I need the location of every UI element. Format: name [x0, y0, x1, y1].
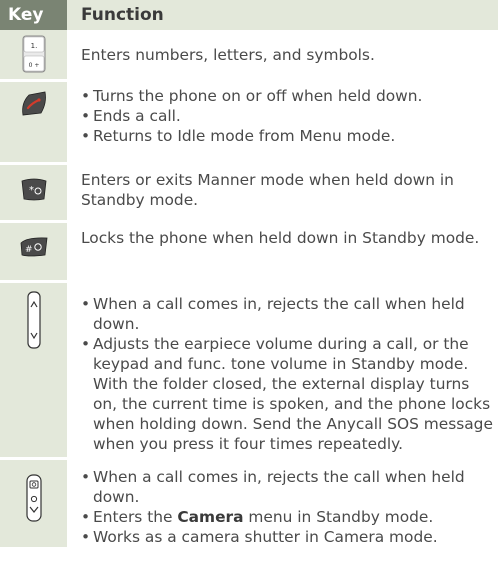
function-cell: Enters numbers, letters, and symbols. [67, 30, 498, 82]
key-cell [0, 281, 67, 460]
function-column-header: Function [67, 0, 498, 30]
camera-side-key-icon [25, 473, 42, 522]
function-bullets: Turns the phone on or off when held down… [81, 86, 494, 146]
camera-prefix: Enters the [93, 507, 178, 526]
key-cell: * [0, 163, 67, 223]
list-item: Works as a camera shutter in Camera mode… [81, 527, 494, 547]
table-row: When a call comes in, rejects the call w… [0, 458, 498, 550]
key-column-header: Key [0, 0, 67, 30]
function-cell: Enters or exits Manner mode when held do… [67, 163, 498, 223]
function-bullets: When a call comes in, rejects the call w… [81, 467, 494, 547]
list-item: Adjusts the earpiece volume during a cal… [81, 334, 494, 454]
key-cell: # [0, 221, 67, 283]
key-cell [0, 458, 67, 550]
function-cell: When a call comes in, rejects the call w… [67, 458, 498, 550]
list-item: Returns to Idle mode from Menu mode. [81, 126, 494, 146]
key-function-table: Key Function 1. 0 + Enters numbers, lett… [0, 0, 498, 550]
function-cell: Locks the phone when held down in Standb… [67, 221, 498, 283]
camera-suffix: menu in Standby mode. [243, 507, 434, 526]
star-manner-key-icon: * [21, 178, 46, 200]
volume-side-key-icon [26, 290, 41, 349]
table-row: Turns the phone on or off when held down… [0, 80, 498, 165]
power-end-key-icon [21, 91, 46, 115]
function-bullets: When a call comes in, rejects the call w… [81, 294, 494, 454]
camera-menu-name: Camera [177, 507, 244, 526]
function-text: Locks the phone when held down in Standb… [81, 228, 480, 247]
hash-lock-key-icon: # [20, 236, 47, 256]
key-cell [0, 80, 67, 165]
svg-text:#: # [25, 245, 33, 255]
header-row: Key Function [0, 0, 498, 30]
svg-text:0 +: 0 + [28, 62, 39, 69]
svg-text:*: * [29, 185, 34, 196]
list-item: Ends a call. [81, 106, 494, 126]
function-cell: Turns the phone on or off when held down… [67, 80, 498, 165]
list-item: Enters the Camera menu in Standby mode. [81, 507, 494, 527]
table-row: * Enters or exits Manner mode when held … [0, 163, 498, 223]
table-row: # Locks the phone when held down in Stan… [0, 221, 498, 283]
function-text: Enters numbers, letters, and symbols. [81, 46, 375, 64]
list-item: When a call comes in, rejects the call w… [81, 467, 494, 507]
table-row: 1. 0 + Enters numbers, letters, and symb… [0, 30, 498, 82]
function-text: Enters or exits Manner mode when held do… [81, 170, 454, 209]
list-item: Turns the phone on or off when held down… [81, 86, 494, 106]
key-cell: 1. 0 + [0, 30, 67, 82]
list-item: When a call comes in, rejects the call w… [81, 294, 494, 334]
function-cell: When a call comes in, rejects the call w… [67, 281, 498, 460]
table-row: When a call comes in, rejects the call w… [0, 281, 498, 460]
svg-text:1.: 1. [30, 42, 37, 50]
numeric-keypad-key-icon: 1. 0 + [22, 35, 45, 73]
